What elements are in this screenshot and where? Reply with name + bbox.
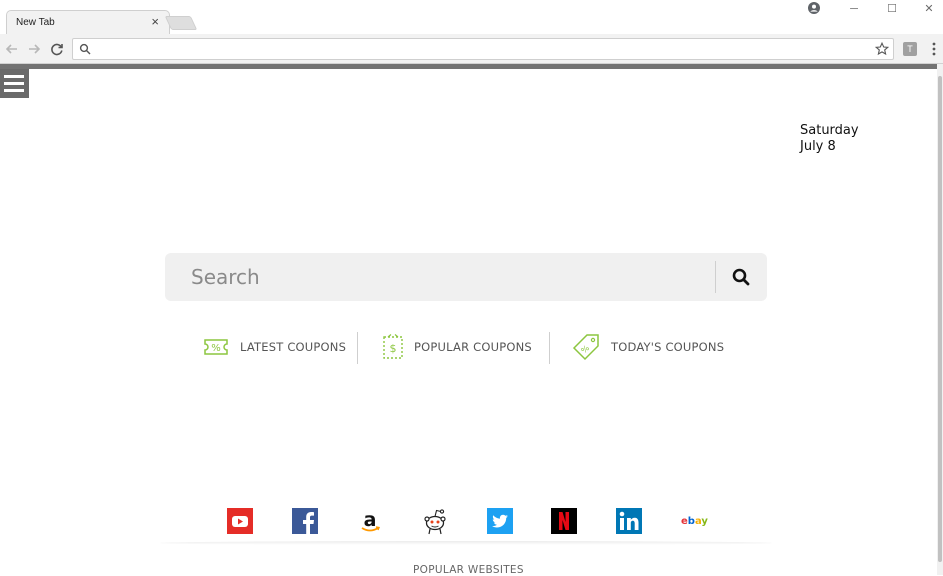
netflix-icon[interactable] (550, 507, 578, 535)
dollar-coupon-icon: $ (383, 334, 403, 359)
search-icon (79, 43, 91, 55)
new-tab-page: Saturday July 8 % LATEST COUPONS $ POPUL… (0, 64, 937, 576)
date-weekday: Saturday (800, 123, 859, 138)
coupon-divider (357, 332, 358, 364)
chrome-menu-icon[interactable] (930, 41, 938, 57)
date-widget: Saturday July 8 (800, 123, 859, 155)
popular-sites-row: a ebay (226, 507, 716, 537)
close-window-button[interactable]: ✕ (911, 1, 943, 17)
coupon-label: LATEST COUPONS (240, 340, 347, 354)
sites-shadow-divider (160, 541, 772, 545)
linkedin-icon[interactable] (615, 507, 643, 535)
address-bar[interactable] (72, 38, 894, 60)
popular-coupons-link[interactable]: $ POPULAR COUPONS (382, 330, 532, 364)
youtube-icon[interactable] (226, 507, 254, 535)
tab-close-icon[interactable]: × (151, 15, 159, 29)
reload-icon[interactable] (48, 40, 66, 58)
extension-button[interactable]: T (903, 42, 917, 56)
tag-coupon-icon: % (572, 334, 599, 361)
ebay-icon[interactable]: ebay (680, 507, 708, 535)
search-divider (715, 261, 716, 293)
search-button-icon[interactable] (731, 267, 751, 287)
amazon-icon[interactable]: a (356, 507, 384, 535)
coupon-divider (549, 332, 550, 364)
coupon-links: % LATEST COUPONS $ POPULAR COUPONS % TOD… (196, 330, 736, 364)
browser-titlebar: New Tab × ─ ☐ ✕ (0, 0, 943, 34)
new-tab-button[interactable] (164, 16, 198, 30)
minimize-button[interactable]: ─ (836, 1, 872, 17)
popular-websites-label[interactable]: POPULAR WEBSITES (413, 564, 524, 576)
date-month-day: July 8 (800, 139, 836, 154)
svg-text:a: a (364, 509, 377, 531)
forward-icon[interactable] (25, 40, 43, 58)
svg-text:ebay: ebay (681, 516, 708, 527)
svg-text:%: % (211, 343, 221, 354)
coupon-label: POPULAR COUPONS (414, 340, 532, 354)
hamburger-menu-button[interactable] (0, 69, 29, 98)
reddit-icon[interactable] (421, 507, 449, 535)
scrollbar-thumb[interactable] (938, 76, 942, 562)
browser-toolbar: T (0, 34, 943, 64)
address-input[interactable] (97, 40, 867, 58)
coupon-label: TODAY'S COUPONS (611, 340, 725, 354)
search-box (165, 253, 767, 301)
twitter-icon[interactable] (486, 507, 514, 535)
facebook-icon[interactable] (291, 507, 319, 535)
todays-coupons-link[interactable]: % TODAY'S COUPONS (571, 330, 724, 364)
back-icon[interactable] (3, 40, 21, 58)
tab-title: New Tab (16, 17, 55, 28)
latest-coupons-link[interactable]: % LATEST COUPONS (202, 330, 346, 364)
svg-text:$: $ (390, 342, 397, 355)
bookmark-star-icon[interactable] (875, 42, 889, 56)
maximize-button[interactable]: ☐ (874, 1, 910, 17)
page-top-strip (0, 64, 937, 69)
tab-new-tab[interactable]: New Tab × (6, 10, 170, 34)
search-input[interactable] (191, 253, 711, 301)
percent-ticket-icon: % (204, 339, 228, 355)
profile-icon[interactable] (808, 2, 820, 14)
